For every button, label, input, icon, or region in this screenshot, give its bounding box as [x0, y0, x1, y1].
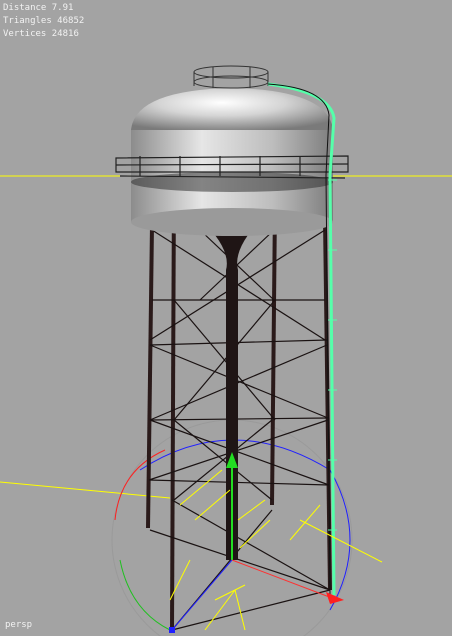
- hud-vertices: Vertices 24816: [3, 29, 79, 39]
- scene-canvas[interactable]: [0, 0, 452, 636]
- camera-label: persp: [5, 620, 33, 630]
- hud-triangles: Triangles 46852: [3, 16, 85, 26]
- 3d-viewport[interactable]: Distance 7.91 Triangles 46852 Vertices 2…: [0, 0, 452, 636]
- water-tank[interactable]: [131, 88, 333, 236]
- top-railing: [193, 65, 269, 89]
- manip-z-axis[interactable]: [171, 559, 233, 631]
- grid-axis-line-2: [0, 481, 171, 499]
- rotate-indicator-strokes: [169, 469, 383, 631]
- manip-z-handle-icon[interactable]: [169, 627, 175, 633]
- manip-x-axis[interactable]: [231, 559, 333, 599]
- move-manipulator[interactable]: [169, 452, 344, 633]
- hud-distance: Distance 7.91: [3, 3, 74, 13]
- tower-bracing: [148, 229, 331, 631]
